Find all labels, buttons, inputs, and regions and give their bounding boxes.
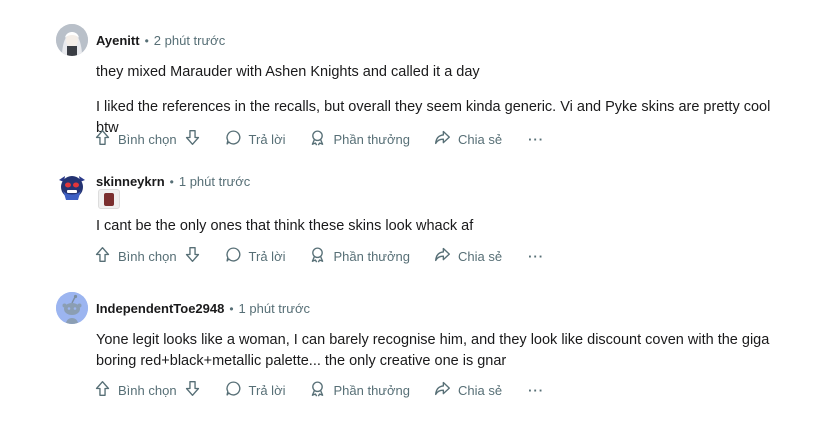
share-label: Chia sẻ (458, 248, 503, 264)
share-icon (434, 380, 451, 400)
reply-button[interactable]: Trả lời (225, 244, 286, 268)
share-button[interactable]: Chia sẻ (434, 127, 502, 151)
comment-body: I cant be the only ones that think these… (96, 216, 776, 237)
meta-separator: • (144, 33, 149, 48)
award-button[interactable]: Phần thưởng (309, 378, 410, 402)
comment-actions: Bình chọn Trả lời Phần thưởng Chia sẻ ··… (94, 244, 544, 268)
upvote-icon[interactable] (94, 246, 111, 266)
vote-control: Bình chọn (94, 378, 201, 402)
dark-creature-avatar[interactable] (56, 172, 88, 204)
vote-label: Bình chọn (118, 248, 177, 264)
more-options-button[interactable]: ··· (528, 244, 544, 268)
more-options-button[interactable]: ··· (528, 378, 544, 402)
reply-label: Trả lời (248, 382, 286, 398)
default-snoo-avatar[interactable] (56, 292, 88, 324)
reply-button[interactable]: Trả lời (225, 378, 286, 402)
comment-body: Yone legit looks like a woman, I can bar… (96, 330, 776, 372)
vote-control: Bình chọn (94, 244, 201, 268)
share-icon (434, 129, 451, 149)
share-button[interactable]: Chia sẻ (434, 378, 502, 402)
comment-author[interactable]: IndependentToe2948 (96, 301, 224, 316)
comment-timestamp[interactable]: 2 phút trước (154, 33, 225, 48)
comment-paragraph: Yone legit looks like a woman, I can bar… (96, 332, 770, 369)
more-options-icon: ··· (528, 248, 545, 264)
meta-separator: • (169, 174, 174, 189)
award-label: Phần thưởng (333, 248, 410, 264)
downvote-icon[interactable] (184, 129, 201, 149)
vote-label: Bình chọn (118, 131, 177, 147)
share-label: Chia sẻ (458, 131, 503, 147)
comment-timestamp[interactable]: 1 phút trước (179, 174, 250, 189)
comment-actions: Bình chọn Trả lời Phần thưởng Chia sẻ ··… (94, 378, 544, 402)
award-icon (309, 380, 326, 400)
anime-character-avatar[interactable] (56, 24, 88, 56)
award-icon (309, 246, 326, 266)
downvote-icon[interactable] (184, 246, 201, 266)
comment-author[interactable]: Ayenitt (96, 33, 140, 48)
award-label: Phần thưởng (333, 131, 410, 147)
vote-label: Bình chọn (118, 382, 177, 398)
comment-bubble-icon (225, 129, 242, 149)
share-button[interactable]: Chia sẻ (434, 244, 502, 268)
downvote-icon[interactable] (184, 380, 201, 400)
award-button[interactable]: Phần thưởng (309, 127, 410, 151)
award-button[interactable]: Phần thưởng (309, 244, 410, 268)
comment-author[interactable]: skinneykrn (96, 174, 165, 189)
reply-label: Trả lời (248, 248, 286, 264)
share-label: Chia sẻ (458, 382, 503, 398)
award-icon (309, 129, 326, 149)
more-options-icon: ··· (528, 382, 545, 398)
champion-flair-icon (98, 189, 120, 209)
meta-separator: • (229, 301, 234, 316)
upvote-icon[interactable] (94, 380, 111, 400)
comment-paragraph: I cant be the only ones that think these… (96, 218, 474, 234)
more-options-icon: ··· (528, 131, 545, 147)
more-options-button[interactable]: ··· (528, 127, 544, 151)
reply-label: Trả lời (248, 131, 286, 147)
share-icon (434, 246, 451, 266)
vote-control: Bình chọn (94, 127, 201, 151)
reply-button[interactable]: Trả lời (225, 127, 286, 151)
comment-actions: Bình chọn Trả lời Phần thưởng Chia sẻ ··… (94, 127, 544, 151)
comment-timestamp[interactable]: 1 phút trước (239, 301, 310, 316)
upvote-icon[interactable] (94, 129, 111, 149)
comment-bubble-icon (225, 246, 242, 266)
comment-paragraph: they mixed Marauder with Ashen Knights a… (96, 64, 480, 80)
award-label: Phần thưởng (333, 382, 410, 398)
comment-bubble-icon (225, 380, 242, 400)
